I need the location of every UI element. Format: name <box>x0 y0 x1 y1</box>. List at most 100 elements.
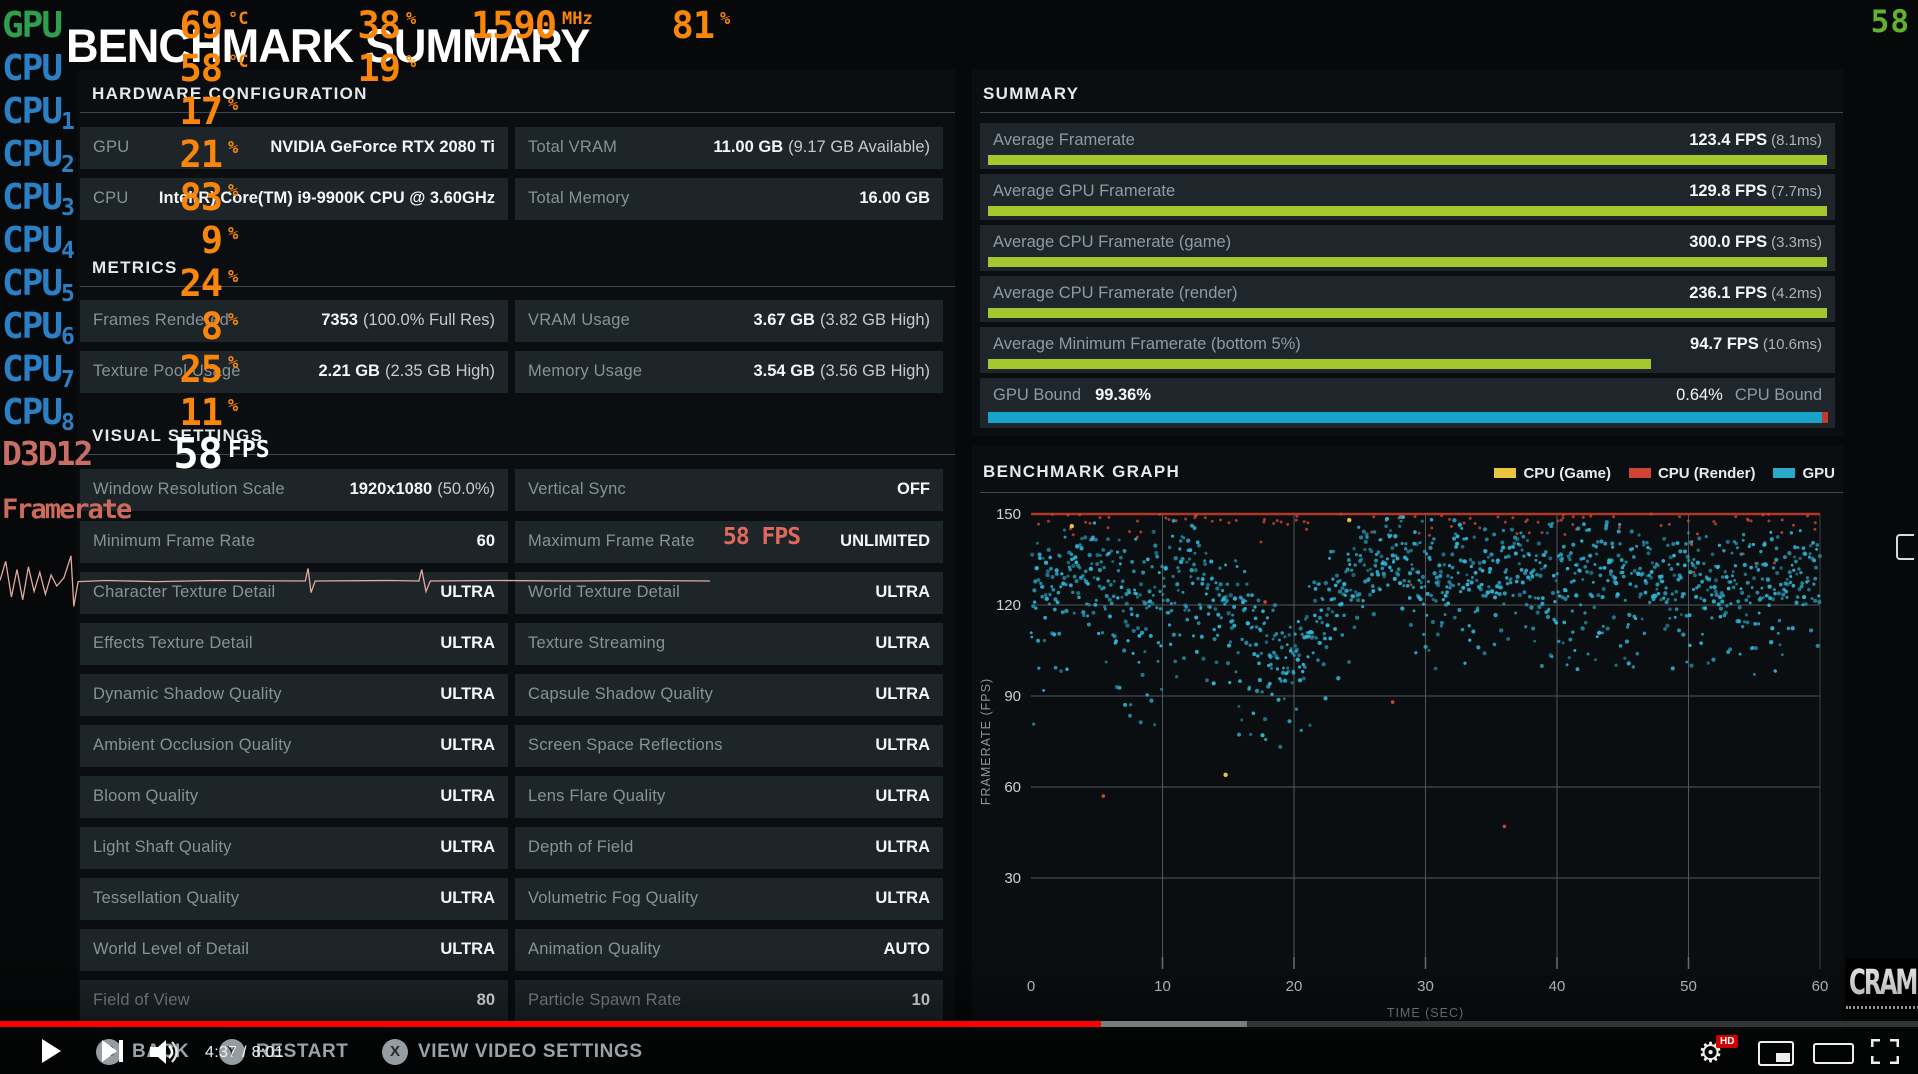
setting-value: 1920x1080(50.0%) <box>350 480 495 499</box>
hd-badge: HD <box>1716 1035 1738 1048</box>
setting-value: ULTRA <box>875 634 930 653</box>
setting-value: ULTRA <box>440 685 495 704</box>
setting-value: ULTRA <box>875 685 930 704</box>
summary-label: Average CPU Framerate (render) <box>993 284 1238 303</box>
setting-value: ULTRA <box>440 889 495 908</box>
legend-item: CPU (Render) <box>1629 465 1756 482</box>
osd-unit: % <box>228 353 238 373</box>
legend-label: CPU (Game) <box>1523 465 1611 482</box>
game-button-view-video-settings: VIEW VIDEO SETTINGS <box>418 1041 643 1063</box>
time-display: 4:37 / 8:01 <box>205 1044 284 1062</box>
setting-value: ULTRA <box>875 736 930 755</box>
play-button[interactable] <box>42 1039 61 1063</box>
setting-row-cell: Capsule Shadow Quality ULTRA <box>515 674 943 716</box>
osd-unit: % <box>406 52 416 72</box>
setting-label: Screen Space Reflections <box>528 736 723 755</box>
svg-text:90: 90 <box>1004 688 1021 705</box>
summary-bar <box>988 257 1827 267</box>
setting-row-cell: Tessellation Quality ULTRA <box>80 878 508 920</box>
setting-value: ULTRA <box>440 787 495 806</box>
setting-row-cell: Total Memory16.00 GB <box>515 178 943 220</box>
setting-value: 11.00 GB(9.17 GB Available) <box>713 138 930 157</box>
setting-label: VRAM Usage <box>528 311 630 330</box>
setting-label: Volumetric Fog Quality <box>528 889 698 908</box>
legend-label: GPU <box>1802 465 1835 482</box>
setting-label: Texture Streaming <box>528 634 665 653</box>
summary-bar <box>988 359 1651 369</box>
setting-row-cell: Bloom QualityULTRA <box>80 776 508 818</box>
gpu-bound-row: GPU Bound99.36%0.64%CPU Bound <box>980 378 1835 428</box>
setting-label: Vertical Sync <box>528 480 626 499</box>
fps-counter: 58 <box>1871 4 1910 40</box>
setting-value: ULTRA <box>875 583 930 602</box>
setting-label: Depth of Field <box>528 838 634 857</box>
setting-value: OFF <box>897 480 930 499</box>
legend-swatch <box>1494 468 1516 478</box>
osd-value: 58 <box>0 433 222 475</box>
osd-value: 21 <box>0 134 222 176</box>
setting-row-cell: Screen Space Reflections ULTRA <box>515 725 943 767</box>
setting-row-cell: Effects Texture DetailULTRA <box>80 623 508 665</box>
summary-row: Average Framerate123.4 FPS(8.1ms) <box>980 123 1835 169</box>
setting-value: NVIDIA GeForce RTX 2080 Ti <box>270 138 495 157</box>
card-teaser-icon[interactable] <box>1896 534 1914 560</box>
progress-bar[interactable] <box>0 1021 1918 1027</box>
miniplayer-icon[interactable] <box>1758 1041 1794 1066</box>
osd-unit: FPS <box>228 437 270 463</box>
fullscreen-icon[interactable] <box>1871 1039 1899 1064</box>
legend-swatch <box>1773 468 1795 478</box>
volume-icon[interactable] <box>150 1039 182 1065</box>
summary-label: Average Minimum Framerate (bottom 5%) <box>993 335 1301 354</box>
setting-label: Tessellation Quality <box>93 889 239 908</box>
osd-unit: % <box>228 138 238 158</box>
svg-text:120: 120 <box>996 597 1021 614</box>
setting-label: Lens Flare Quality <box>528 787 666 806</box>
graph-title: BENCHMARK GRAPH <box>983 462 1180 482</box>
setting-label: Light Shaft Quality <box>93 838 232 857</box>
osd-unit: % <box>228 181 238 201</box>
osd-value: 25 <box>0 349 222 391</box>
setting-row-cell: Lens Flare Quality ULTRA <box>515 776 943 818</box>
setting-label: Total VRAM <box>528 138 617 157</box>
summary-header-divider <box>980 112 1843 113</box>
summary-label: Average CPU Framerate (game) <box>993 233 1231 252</box>
setting-value: ULTRA <box>440 838 495 857</box>
setting-value: 3.54 GB(3.56 GB High) <box>754 362 931 381</box>
setting-label: Capsule Shadow Quality <box>528 685 713 704</box>
osd-value: 81 <box>0 5 714 47</box>
summary-label: Average GPU Framerate <box>993 182 1175 201</box>
next-button[interactable] <box>102 1040 128 1062</box>
summary-value: 300.0 FPS(3.3ms) <box>1689 233 1822 252</box>
legend-item: GPU <box>1773 465 1835 482</box>
setting-label: Memory Usage <box>528 362 642 381</box>
summary-row: Average CPU Framerate (render)236.1 FPS(… <box>980 276 1835 322</box>
legend-item: CPU (Game) <box>1494 465 1611 482</box>
benchmark-graph: 3060901201500102030405060FRAMERATE (FPS)… <box>972 496 1843 1030</box>
osd-value: 9 <box>0 220 222 262</box>
summary-bar <box>988 155 1827 165</box>
setting-row-cell: Total VRAM 11.00 GB(9.17 GB Available) <box>515 127 943 169</box>
setting-row-cell: Dynamic Shadow QualityULTRA <box>80 674 508 716</box>
osd-value: 8 <box>0 306 222 348</box>
osd-value: 17 <box>0 91 222 133</box>
progress-played <box>0 1021 1101 1027</box>
setting-row-cell: Ambient Occlusion QualityULTRA <box>80 725 508 767</box>
setting-row-cell: Vertical Sync OFF <box>515 469 943 511</box>
cpu-bound-right: 0.64%CPU Bound <box>1676 386 1822 405</box>
summary-bar <box>988 206 1827 216</box>
cpu-bound-bar <box>1822 412 1828 423</box>
graph-legend: CPU (Game) CPU (Render) GPU <box>1494 461 1835 485</box>
summary-label: Average Framerate <box>993 131 1135 150</box>
osd-value: 11 <box>0 392 222 434</box>
theater-mode-icon[interactable] <box>1813 1043 1854 1064</box>
setting-value: ULTRA <box>875 889 930 908</box>
osd-label-framerate: Framerate <box>2 492 130 528</box>
setting-row-cell: Depth of FieldULTRA <box>515 827 943 869</box>
summary-row: Average Minimum Framerate (bottom 5%) 94.… <box>980 327 1835 373</box>
osd-unit: % <box>228 267 238 287</box>
setting-value: ULTRA <box>875 787 930 806</box>
osd-value: 19 <box>0 48 400 90</box>
summary-value: 94.7 FPS(10.6ms) <box>1690 335 1822 354</box>
setting-row-cell: Window Resolution Scale1920x1080(50.0%) <box>80 469 508 511</box>
setting-row-cell: Texture Streaming ULTRA <box>515 623 943 665</box>
